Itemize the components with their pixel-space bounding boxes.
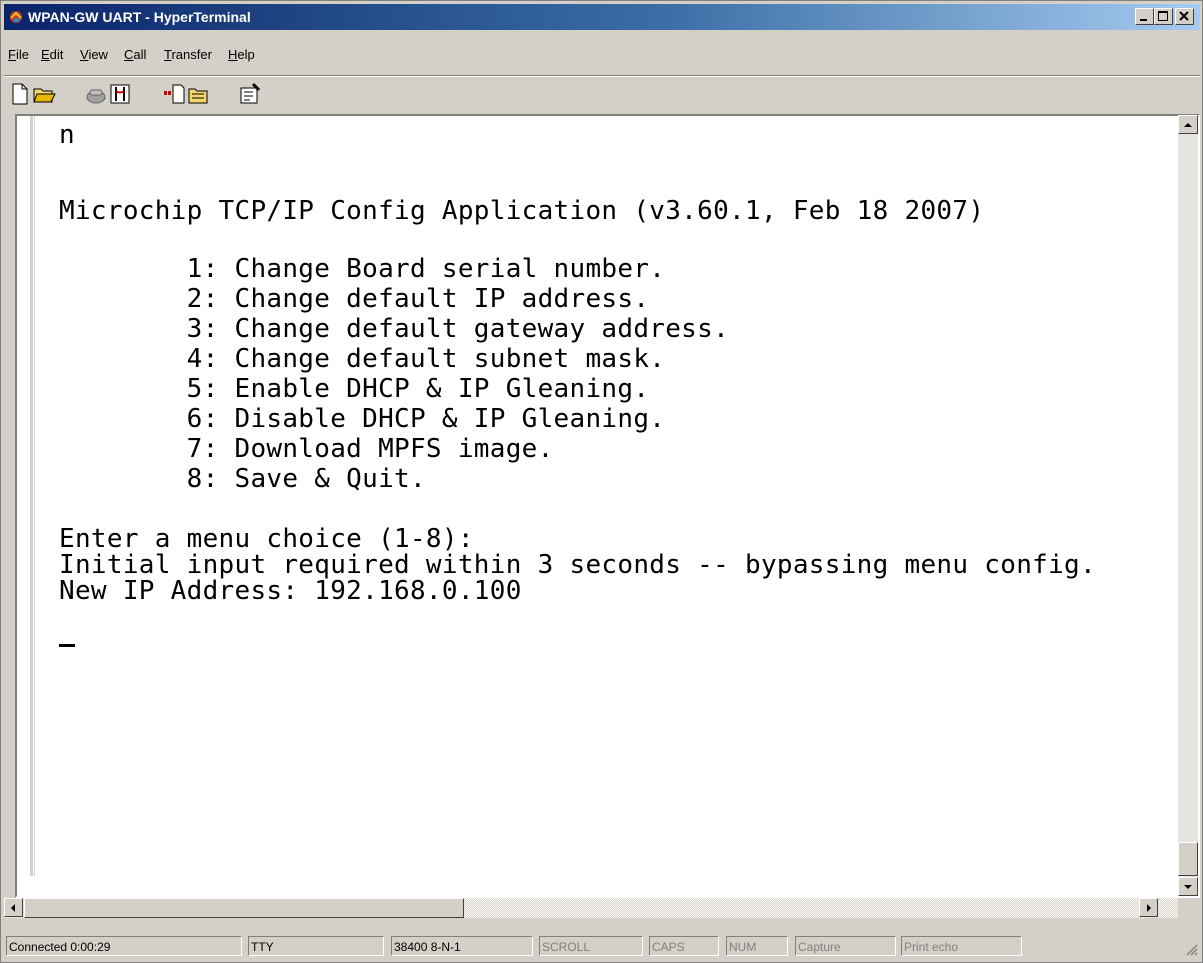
resize-grip-icon[interactable]	[1184, 942, 1198, 956]
maximize-icon	[1158, 11, 1168, 21]
menu-view[interactable]: View	[80, 45, 108, 65]
toolbar	[4, 75, 1200, 110]
toolbar-divider	[4, 75, 1200, 77]
open-icon[interactable]	[32, 82, 56, 106]
arrow-up-icon	[1184, 123, 1192, 127]
properties-icon[interactable]	[238, 82, 262, 106]
terminal-line: 1: Change Board serial number.	[59, 254, 666, 284]
terminal-line: 7: Download MPFS image.	[59, 434, 554, 464]
status-capture: Capture	[795, 936, 896, 956]
status-num: NUM	[726, 936, 788, 956]
status-connected: Connected 0:00:29	[6, 936, 242, 956]
terminal-line: Microchip TCP/IP Config Application (v3.…	[59, 196, 985, 226]
arrow-left-icon	[11, 904, 15, 912]
close-icon	[1179, 11, 1189, 21]
terminal-frame: n Microchip TCP/IP Config Application (v…	[15, 114, 1200, 898]
maximize-button[interactable]	[1154, 8, 1173, 25]
text-cursor	[59, 644, 75, 647]
terminal-line: 4: Change default subnet mask.	[59, 344, 666, 374]
terminal-line: 5: Enable DHCP & IP Gleaning.	[59, 374, 650, 404]
receive-icon[interactable]	[186, 82, 210, 106]
terminal-line: 2: Change default IP address.	[59, 284, 650, 314]
terminal-screen[interactable]: n Microchip TCP/IP Config Application (v…	[35, 116, 1175, 876]
menu-edit[interactable]: Edit	[41, 45, 63, 65]
minimize-icon	[1140, 19, 1147, 21]
menu-call[interactable]: Call	[124, 45, 146, 65]
status-scroll: SCROLL	[539, 936, 643, 956]
scroll-up-button[interactable]	[1178, 115, 1198, 134]
menu-file[interactable]: File	[8, 45, 29, 65]
menu-help[interactable]: Help	[228, 45, 255, 65]
terminal-left-margin	[17, 116, 35, 876]
close-button[interactable]	[1175, 8, 1194, 25]
disconnect-icon[interactable]	[108, 82, 132, 106]
title-bar[interactable]: WPAN-GW UART - HyperTerminal	[4, 4, 1200, 30]
arrow-right-icon	[1147, 904, 1151, 912]
scroll-right-button[interactable]	[1139, 898, 1158, 917]
arrow-down-icon	[1184, 885, 1192, 889]
new-icon[interactable]	[8, 82, 32, 106]
status-print-echo: Print echo	[901, 936, 1022, 956]
status-port-settings: 38400 8-N-1	[391, 936, 533, 956]
scroll-down-button[interactable]	[1178, 877, 1198, 896]
terminal-line: n	[59, 120, 75, 150]
status-emulation: TTY	[248, 936, 384, 956]
scroll-thumb[interactable]	[1178, 842, 1198, 876]
status-caps: CAPS	[649, 936, 719, 956]
status-bar: Connected 0:00:29 TTY 38400 8-N-1 SCROLL…	[4, 934, 1200, 958]
send-icon[interactable]	[162, 82, 186, 106]
hyperterminal-window: WPAN-GW UART - HyperTerminal File Edit V…	[0, 0, 1203, 963]
scroll-left-button[interactable]	[4, 898, 23, 917]
horizontal-scrollbar[interactable]	[4, 898, 1178, 918]
horizontal-scroll-thumb[interactable]	[24, 898, 464, 918]
minimize-button[interactable]	[1135, 8, 1154, 25]
vertical-scrollbar[interactable]	[1178, 115, 1198, 896]
call-icon[interactable]	[84, 82, 108, 106]
terminal-line: 6: Disable DHCP & IP Gleaning.	[59, 404, 666, 434]
terminal-line: New IP Address: 192.168.0.100	[59, 576, 522, 606]
terminal-line: 8: Save & Quit.	[59, 464, 426, 494]
window-title: WPAN-GW UART - HyperTerminal	[28, 9, 251, 25]
terminal-line: 3: Change default gateway address.	[59, 314, 730, 344]
hyperterminal-app-icon	[10, 11, 22, 23]
menu-transfer[interactable]: Transfer	[164, 45, 212, 65]
